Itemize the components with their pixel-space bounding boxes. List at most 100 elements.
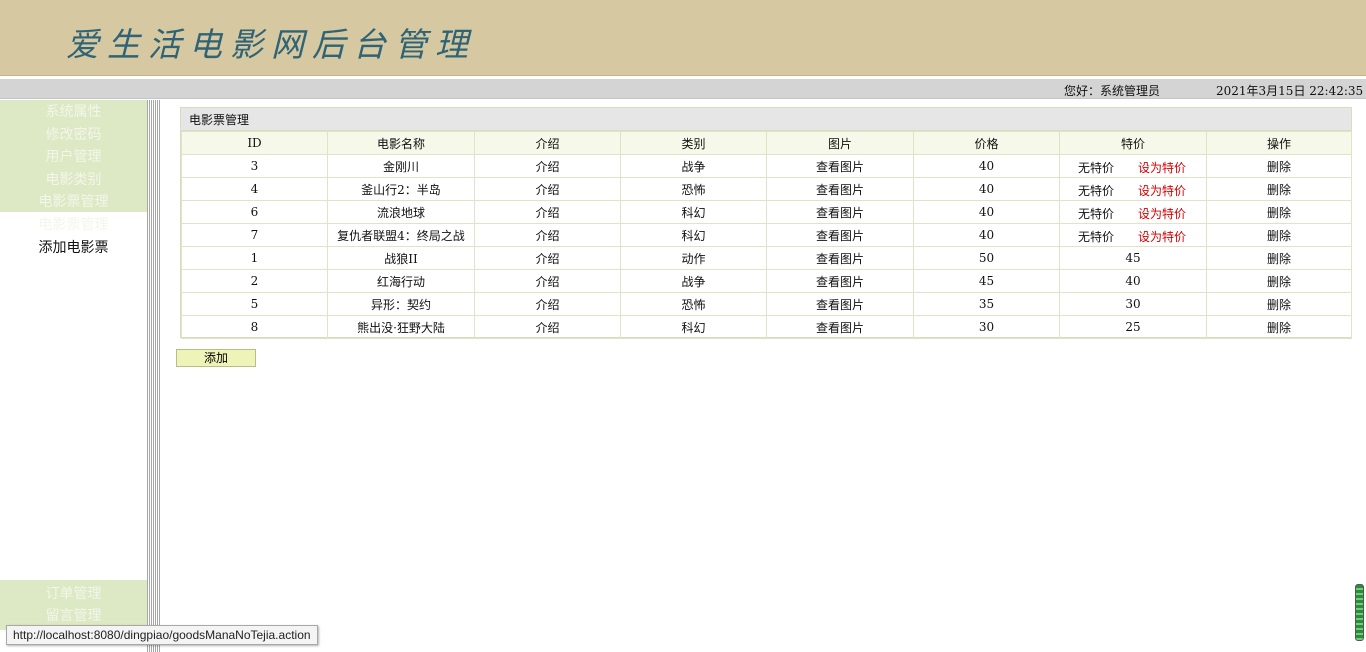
datetime-display: 2021年3月15日 22:42:35	[1216, 84, 1364, 98]
cell-name: 金刚川	[327, 154, 475, 178]
cell-name: 战狼II	[327, 246, 475, 270]
sidebar-item-order-management[interactable]: 订单管理	[0, 583, 147, 603]
sidebar-item-ticket-management[interactable]: 电影票管理	[0, 191, 147, 211]
no-special-label: 无特价	[1078, 161, 1115, 175]
view-image-link[interactable]: 查看图片	[766, 223, 914, 247]
intro-link[interactable]: 介绍	[474, 292, 621, 316]
cell-price: 40	[913, 223, 1060, 247]
add-button[interactable]: 添加	[176, 349, 256, 367]
cell-special: 无特价 设为特价	[1059, 154, 1207, 178]
cell-price: 30	[913, 315, 1060, 339]
sidebar-item-change-password[interactable]: 修改密码	[0, 124, 147, 144]
user-greeting: 您好：系统管理员	[1064, 84, 1161, 98]
view-image-link[interactable]: 查看图片	[766, 154, 914, 178]
view-image-link[interactable]: 查看图片	[766, 246, 914, 270]
set-special-link[interactable]: 设为特价	[1138, 205, 1186, 222]
table-row: 2 红海行动 介绍 战争 查看图片 45 40 删除	[181, 269, 1352, 293]
cell-special-price: 40	[1059, 269, 1207, 293]
cell-category: 科幻	[620, 315, 767, 339]
intro-link[interactable]: 介绍	[474, 269, 621, 293]
cell-id: 6	[181, 200, 328, 224]
cell-id: 2	[181, 269, 328, 293]
cell-category: 恐怖	[620, 292, 767, 316]
view-image-link[interactable]: 查看图片	[766, 200, 914, 224]
frame-splitter[interactable]	[147, 100, 160, 652]
sidebar-item-user-management[interactable]: 用户管理	[0, 146, 147, 166]
cell-category: 恐怖	[620, 177, 767, 201]
cell-price: 35	[913, 292, 1060, 316]
sidebar-item-movie-category[interactable]: 电影类别	[0, 169, 147, 189]
intro-link[interactable]: 介绍	[474, 315, 621, 339]
table-row: 3 金刚川 介绍 战争 查看图片 40 无特价 设为特价 删除	[181, 154, 1352, 178]
sidebar-item-system-properties[interactable]: 系统属性	[0, 101, 147, 121]
table-row: 8 熊出没·狂野大陆 介绍 科幻 查看图片 30 25 删除	[181, 315, 1352, 339]
sidebar: 系统属性 修改密码 用户管理 电影类别 电影票管理 电影票管理 添加电影票 订单…	[0, 100, 147, 652]
header: 爱生活电影网后台管理	[0, 0, 1366, 76]
table-row: 5 异形：契约 介绍 恐怖 查看图片 35 30 删除	[181, 292, 1352, 316]
cell-id: 1	[181, 246, 328, 270]
cell-special-price: 30	[1059, 292, 1207, 316]
delete-link[interactable]: 删除	[1206, 269, 1352, 293]
cell-special: 无特价 设为特价	[1059, 177, 1207, 201]
cell-category: 战争	[620, 154, 767, 178]
cell-id: 3	[181, 154, 328, 178]
column-header-image: 图片	[766, 131, 914, 155]
delete-link[interactable]: 删除	[1206, 177, 1352, 201]
intro-link[interactable]: 介绍	[474, 246, 621, 270]
delete-link[interactable]: 删除	[1206, 246, 1352, 270]
table-row: 1 战狼II 介绍 动作 查看图片 50 45 删除	[181, 246, 1352, 270]
set-special-link[interactable]: 设为特价	[1138, 182, 1186, 199]
view-image-link[interactable]: 查看图片	[766, 177, 914, 201]
delete-link[interactable]: 删除	[1206, 292, 1352, 316]
cell-special-price: 45	[1059, 246, 1207, 270]
cell-price: 40	[913, 154, 1060, 178]
table-row: 7 复仇者联盟4：终局之战 介绍 科幻 查看图片 40 无特价 设为特价 删除	[181, 223, 1352, 247]
delete-link[interactable]: 删除	[1206, 223, 1352, 247]
cell-category: 科幻	[620, 223, 767, 247]
sidebar-item-message-management[interactable]: 留言管理	[0, 605, 147, 625]
table-row: 6 流浪地球 介绍 科幻 查看图片 40 无特价 设为特价 删除	[181, 200, 1352, 224]
column-header-special: 特价	[1059, 131, 1207, 155]
column-header-operation: 操作	[1206, 131, 1352, 155]
view-image-link[interactable]: 查看图片	[766, 315, 914, 339]
intro-link[interactable]: 介绍	[474, 223, 621, 247]
view-image-link[interactable]: 查看图片	[766, 292, 914, 316]
cell-price: 45	[913, 269, 1060, 293]
cell-name: 釜山行2：半岛	[327, 177, 475, 201]
cell-special: 无特价 设为特价	[1059, 200, 1207, 224]
top-status-bar: 您好：系统管理员 2021年3月15日 22:42:35	[0, 79, 1366, 99]
no-special-label: 无特价	[1078, 184, 1115, 198]
delete-link[interactable]: 删除	[1206, 154, 1352, 178]
cell-id: 7	[181, 223, 328, 247]
cell-name: 熊出没·狂野大陆	[327, 315, 475, 339]
column-header-id: ID	[181, 131, 328, 155]
table-header-row: ID 电影名称 介绍 类别 图片 价格 特价 操作	[181, 131, 1352, 155]
column-header-category: 类别	[620, 131, 767, 155]
sidebar-subitem-ticket-management[interactable]: 电影票管理	[0, 214, 147, 234]
sidebar-subitem-add-ticket[interactable]: 添加电影票	[0, 237, 147, 257]
scroll-indicator[interactable]	[1355, 584, 1364, 641]
delete-link[interactable]: 删除	[1206, 200, 1352, 224]
cell-name: 红海行动	[327, 269, 475, 293]
cell-price: 40	[913, 177, 1060, 201]
delete-link[interactable]: 删除	[1206, 315, 1352, 339]
table-row: 4 釜山行2：半岛 介绍 恐怖 查看图片 40 无特价 设为特价 删除	[181, 177, 1352, 201]
status-bar-url: http://localhost:8080/dingpiao/goodsMana…	[6, 625, 318, 645]
column-header-intro: 介绍	[474, 131, 621, 155]
cell-name: 复仇者联盟4：终局之战	[327, 223, 475, 247]
set-special-link[interactable]: 设为特价	[1138, 159, 1186, 176]
cell-id: 4	[181, 177, 328, 201]
view-image-link[interactable]: 查看图片	[766, 269, 914, 293]
cell-price: 40	[913, 200, 1060, 224]
cell-id: 8	[181, 315, 328, 339]
intro-link[interactable]: 介绍	[474, 154, 621, 178]
ticket-table: ID 电影名称 介绍 类别 图片 价格 特价 操作 3 金刚川 介绍 战争 查看…	[181, 131, 1352, 339]
intro-link[interactable]: 介绍	[474, 177, 621, 201]
no-special-label: 无特价	[1078, 230, 1115, 244]
cell-special: 无特价 设为特价	[1059, 223, 1207, 247]
intro-link[interactable]: 介绍	[474, 200, 621, 224]
set-special-link[interactable]: 设为特价	[1138, 228, 1186, 245]
cell-price: 50	[913, 246, 1060, 270]
column-header-name: 电影名称	[327, 131, 475, 155]
ticket-management-panel: 电影票管理 ID 电影名称 介绍 类别 图片 价格 特价 操作 3 金刚川 介绍	[180, 107, 1352, 339]
